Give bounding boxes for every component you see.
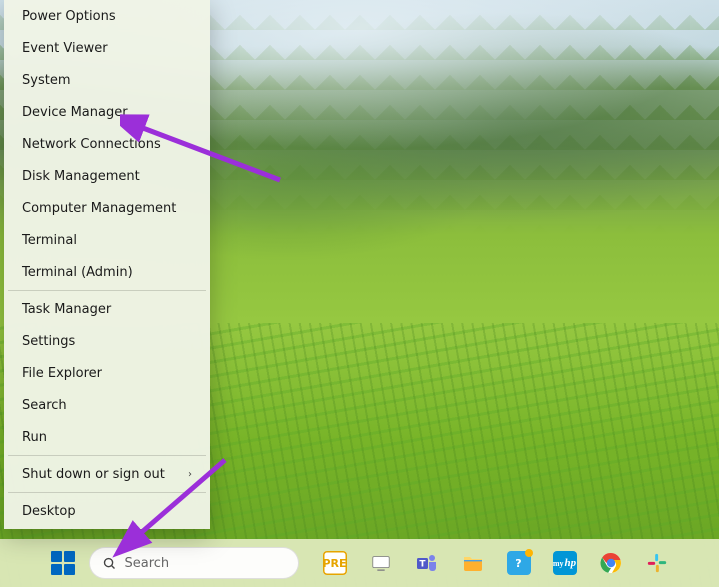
menu-item-desktop[interactable]: Desktop	[4, 495, 210, 527]
search-box[interactable]: Search	[89, 547, 299, 579]
taskbar-app-teams[interactable]: T	[407, 543, 447, 583]
task-view-icon	[370, 552, 392, 574]
folder-icon	[461, 551, 485, 575]
menu-item-event-viewer[interactable]: Event Viewer	[4, 32, 210, 64]
menu-separator	[8, 455, 206, 456]
menu-item-label: Run	[22, 430, 47, 445]
taskbar-app-myhp[interactable]: myhp	[545, 543, 585, 583]
taskbar-app-help[interactable]: ?	[499, 543, 539, 583]
menu-item-terminal[interactable]: Terminal	[4, 224, 210, 256]
menu-item-run[interactable]: Run	[4, 421, 210, 453]
taskbar-app-file-explorer[interactable]	[453, 543, 493, 583]
help-icon: ?	[507, 551, 531, 575]
menu-item-label: File Explorer	[22, 366, 102, 381]
menu-item-task-manager[interactable]: Task Manager	[4, 293, 210, 325]
prerelease-icon: PRE	[323, 551, 347, 575]
menu-item-label: Computer Management	[22, 201, 176, 216]
chevron-right-icon: ›	[188, 469, 192, 480]
search-icon	[102, 556, 117, 571]
menu-item-computer-management[interactable]: Computer Management	[4, 192, 210, 224]
windows-logo-icon	[51, 551, 75, 575]
menu-item-file-explorer[interactable]: File Explorer	[4, 357, 210, 389]
menu-item-label: Task Manager	[22, 302, 111, 317]
teams-icon: T	[415, 551, 439, 575]
menu-item-label: Terminal	[22, 233, 77, 248]
menu-item-device-manager[interactable]: Device Manager	[4, 96, 210, 128]
menu-item-label: Event Viewer	[22, 41, 108, 56]
menu-item-disk-management[interactable]: Disk Management	[4, 160, 210, 192]
menu-item-network-connections[interactable]: Network Connections	[4, 128, 210, 160]
menu-item-label: Terminal (Admin)	[22, 265, 133, 280]
menu-item-terminal-admin[interactable]: Terminal (Admin)	[4, 256, 210, 288]
menu-item-label: Desktop	[22, 504, 76, 519]
taskbar-center: Search PRE T? myhp	[43, 543, 677, 583]
chrome-icon	[599, 551, 623, 575]
menu-item-label: Power Options	[22, 9, 116, 24]
taskbar-app-prerelease[interactable]: PRE	[315, 543, 355, 583]
menu-item-label: Network Connections	[22, 137, 161, 152]
menu-item-label: Shut down or sign out	[22, 467, 165, 482]
menu-item-label: Disk Management	[22, 169, 140, 184]
winx-context-menu: Power Options Event Viewer System Device Ma…	[4, 0, 210, 529]
taskbar: Search PRE T? myhp	[0, 539, 719, 587]
menu-item-label: Search	[22, 398, 67, 413]
menu-separator	[8, 492, 206, 493]
menu-item-system[interactable]: System	[4, 64, 210, 96]
menu-item-label: System	[22, 73, 70, 88]
taskbar-app-chrome[interactable]	[591, 543, 631, 583]
taskbar-app-slack[interactable]	[637, 543, 677, 583]
slack-icon	[646, 552, 668, 574]
menu-item-search[interactable]: Search	[4, 389, 210, 421]
menu-separator	[8, 290, 206, 291]
menu-item-settings[interactable]: Settings	[4, 325, 210, 357]
search-placeholder: Search	[125, 556, 170, 571]
menu-item-power-options[interactable]: Power Options	[4, 0, 210, 32]
menu-item-shut-down-or-sign-out[interactable]: Shut down or sign out ›	[4, 458, 210, 490]
taskbar-app-task-view[interactable]	[361, 543, 401, 583]
svg-text:T: T	[419, 560, 426, 570]
menu-item-label: Device Manager	[22, 105, 128, 120]
menu-item-label: Settings	[22, 334, 75, 349]
start-button[interactable]	[43, 543, 83, 583]
